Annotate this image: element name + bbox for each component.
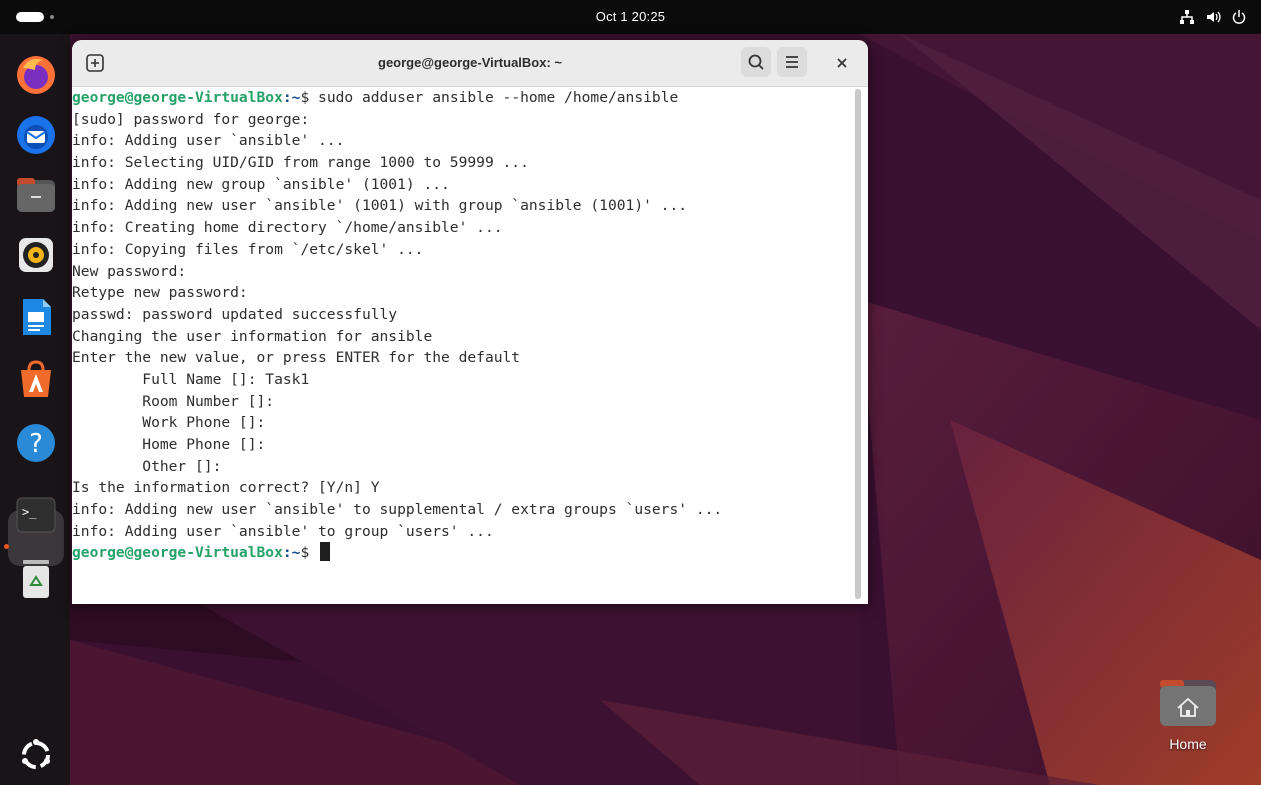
prompt-user: george@george-VirtualBox <box>72 544 283 562</box>
close-icon <box>837 58 847 68</box>
output-line: info: Adding user `ansible' ... <box>72 132 345 150</box>
power-icon[interactable] <box>1231 9 1247 25</box>
dock: ? >_ <box>0 34 70 785</box>
output-line: Work Phone []: <box>72 414 266 432</box>
text-cursor <box>320 542 331 562</box>
output-line: Room Number []: <box>72 392 275 410</box>
output-line: Is the information correct? [Y/n] Y <box>72 479 380 497</box>
terminal-output[interactable]: george@george-VirtualBox:~$ sudo adduser… <box>72 87 852 604</box>
output-line: Changing the user information for ansibl… <box>72 327 433 345</box>
prompt-symbol: $ <box>300 89 319 106</box>
trash-icon[interactable] <box>15 558 57 600</box>
rhythmbox-icon[interactable] <box>15 234 57 276</box>
output-line: info: Adding new user `ansible' to suppl… <box>72 501 723 519</box>
output-line: Full Name []: Task1 <box>72 370 310 388</box>
svg-text:>_: >_ <box>22 505 37 519</box>
search-button[interactable] <box>741 47 771 77</box>
prompt-path: :~ <box>282 544 301 562</box>
hamburger-icon <box>786 56 798 68</box>
svg-text:?: ? <box>29 429 43 459</box>
scrollbar[interactable] <box>855 89 861 599</box>
prompt-symbol: $ <box>300 544 319 562</box>
system-tray[interactable] <box>1179 8 1247 26</box>
command-text: sudo adduser ansible --home /home/ansibl… <box>318 89 679 106</box>
output-line: New password: <box>72 262 187 280</box>
output-line: Enter the new value, or press ENTER for … <box>72 349 521 367</box>
clock[interactable]: Oct 1 20:25 <box>0 0 1261 34</box>
output-line: [sudo] password for george: <box>72 110 310 128</box>
running-indicator <box>4 544 9 549</box>
terminal-icon[interactable]: >_ <box>15 494 57 536</box>
close-button[interactable] <box>832 53 852 73</box>
top-bar: Oct 1 20:25 <box>0 0 1261 34</box>
menu-button[interactable] <box>777 47 807 77</box>
output-line: info: Copying files from `/etc/skel' ... <box>72 240 424 258</box>
thunderbird-icon[interactable] <box>15 114 57 156</box>
help-icon[interactable]: ? <box>15 422 57 464</box>
home-folder-label[interactable]: Home <box>1150 736 1226 752</box>
terminal-window[interactable]: george@george-VirtualBox: ~ george@georg… <box>72 40 868 604</box>
app-center-icon[interactable] <box>15 358 57 400</box>
output-line: info: Creating home directory `/home/ans… <box>72 219 503 237</box>
volume-icon[interactable] <box>1205 9 1221 25</box>
firefox-icon[interactable] <box>15 54 57 96</box>
output-line: info: Selecting UID/GID from range 1000 … <box>72 154 529 172</box>
search-icon <box>748 54 764 70</box>
command-line: george@george-VirtualBox:~$ sudo adduser… <box>72 87 852 109</box>
home-folder-icon[interactable] <box>1160 680 1216 728</box>
network-icon[interactable] <box>1179 9 1195 25</box>
prompt-path: :~ <box>282 89 301 106</box>
output-line: Home Phone []: <box>72 436 266 453</box>
output-line: info: Adding new group `ansible' (1001) … <box>72 175 450 193</box>
output-line: passwd: password updated successfully <box>72 305 398 323</box>
output-line: info: Adding user `ansible' to group `us… <box>72 522 494 540</box>
libreoffice-writer-icon[interactable] <box>15 296 57 338</box>
output-line: Retype new password: <box>72 284 248 302</box>
show-apps-icon[interactable] <box>15 734 57 776</box>
output-line: Other []: <box>72 457 222 475</box>
window-titlebar[interactable]: george@george-VirtualBox: ~ <box>72 40 868 87</box>
prompt-user: george@george-VirtualBox <box>72 89 283 106</box>
current-prompt-line[interactable]: george@george-VirtualBox:~$ <box>72 542 852 564</box>
output-line: info: Adding new user `ansible' (1001) w… <box>72 197 688 215</box>
files-icon[interactable] <box>15 174 57 216</box>
